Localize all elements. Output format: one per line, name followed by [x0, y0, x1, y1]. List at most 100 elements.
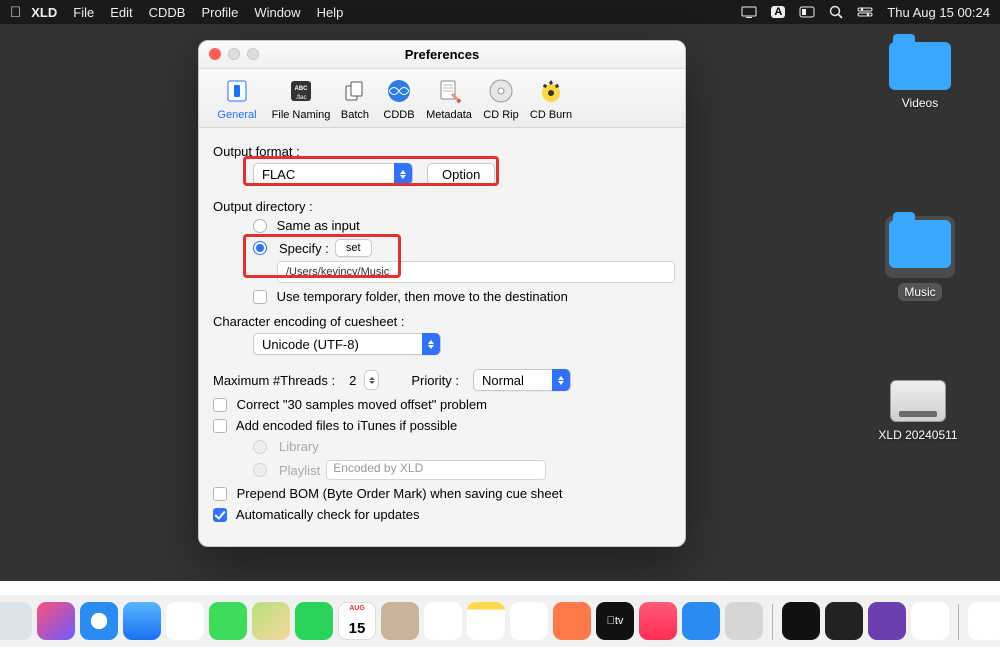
dock-separator — [772, 604, 773, 640]
tab-metadata[interactable]: Metadata — [421, 73, 477, 125]
checkbox-use-temp[interactable] — [253, 290, 267, 304]
radio-specify[interactable] — [253, 241, 267, 255]
playlist-name-field: Encoded by XLD — [326, 460, 546, 480]
select-arrows-icon — [394, 163, 412, 185]
output-format-label: Output format : — [213, 144, 671, 159]
threads-label: Maximum #Threads : — [213, 373, 335, 388]
tab-label: CD Rip — [483, 109, 518, 121]
dock-app-mpv[interactable] — [868, 602, 906, 640]
encoding-select[interactable]: Unicode (UTF-8) — [253, 333, 441, 355]
menu-edit[interactable]: Edit — [110, 5, 132, 20]
tab-cddb[interactable]: CDDB — [377, 73, 421, 125]
control-center-icon[interactable] — [857, 6, 873, 18]
option-button[interactable]: Option — [427, 163, 495, 185]
dock-app-safari[interactable] — [80, 602, 118, 640]
dock-app-freeform[interactable] — [510, 602, 548, 640]
dock-app-vlc[interactable] — [911, 602, 949, 640]
dock-app-contacts[interactable] — [381, 602, 419, 640]
radio-label: Library — [279, 439, 319, 454]
checkbox-label: Prepend BOM (Byte Order Mark) when savin… — [237, 486, 563, 501]
tab-label: CD Burn — [530, 109, 572, 121]
dock-app-facetime[interactable] — [295, 602, 333, 640]
checkbox-correct-offset[interactable] — [213, 398, 227, 412]
preferences-toolbar: General ABC.flac File Naming Batch CDDB … — [199, 69, 685, 128]
spotlight-icon[interactable] — [829, 5, 843, 19]
checkbox-label: Add encoded files to iTunes if possible — [236, 418, 457, 433]
minimize-button[interactable] — [228, 48, 240, 60]
dock-separator — [958, 604, 959, 640]
dock-app-appstore[interactable] — [682, 602, 720, 640]
dock-app-textedit[interactable] — [968, 602, 1000, 640]
dock-app-calendar[interactable]: AUG15 — [338, 602, 376, 640]
cddb-icon — [377, 75, 421, 107]
menu-cddb[interactable]: CDDB — [149, 5, 186, 20]
app-menu[interactable]: XLD — [31, 5, 57, 20]
dock-app-settings[interactable] — [725, 602, 763, 640]
desktop-drive-xld[interactable]: XLD 20240511 — [872, 380, 964, 446]
menu-file[interactable]: File — [73, 5, 94, 20]
stepper-arrows-icon[interactable] — [364, 370, 379, 390]
select-value: Unicode (UTF-8) — [262, 337, 414, 352]
radio-same-as-input[interactable] — [253, 219, 267, 233]
apple-menu-icon[interactable]:  — [10, 4, 21, 21]
tab-cd-rip[interactable]: CD Rip — [477, 73, 525, 125]
tab-label: CDDB — [383, 109, 414, 121]
threads-value: 2 — [349, 373, 356, 388]
dock-app-iterm[interactable] — [825, 602, 863, 640]
metadata-icon — [421, 75, 477, 107]
encoding-label: Character encoding of cuesheet : — [213, 314, 671, 329]
select-value: Normal — [482, 373, 544, 388]
dock-app-photos[interactable] — [166, 602, 204, 640]
input-source-badge[interactable]: A — [771, 6, 785, 18]
cd-rip-icon — [477, 75, 525, 107]
desktop-folder-videos[interactable]: Videos — [880, 42, 960, 114]
dock-app-maps[interactable] — [252, 602, 290, 640]
select-arrows-icon — [552, 369, 570, 391]
output-path-field[interactable]: /Users/kevincy/Music — [277, 261, 675, 283]
dock-app-music[interactable] — [639, 602, 677, 640]
threads-stepper[interactable]: 2 — [349, 370, 379, 390]
tab-label: Metadata — [426, 109, 472, 121]
tab-general[interactable]: General — [205, 73, 269, 125]
stage-manager-icon[interactable] — [799, 6, 815, 18]
dock-app-reminders[interactable] — [424, 602, 462, 640]
zoom-button[interactable] — [247, 48, 259, 60]
checkbox-label: Use temporary folder, then move to the d… — [277, 289, 568, 304]
select-value: FLAC — [262, 167, 386, 182]
menubar-clock[interactable]: Thu Aug 15 00:24 — [887, 5, 990, 20]
set-button[interactable]: set — [335, 239, 372, 257]
output-format-select[interactable]: FLAC — [253, 163, 413, 185]
dock-app-notes[interactable] — [467, 602, 505, 640]
checkbox-add-itunes[interactable] — [213, 419, 227, 433]
priority-label: Priority : — [411, 373, 459, 388]
dock-app-launchpad[interactable] — [0, 602, 32, 640]
screen-mirroring-icon[interactable] — [741, 6, 757, 18]
tab-batch[interactable]: Batch — [333, 73, 377, 125]
close-button[interactable] — [209, 48, 221, 60]
dock-app-mail[interactable] — [123, 602, 161, 640]
dock-app-terminal[interactable] — [782, 602, 820, 640]
dock-app-shortcuts[interactable] — [37, 602, 75, 640]
batch-icon — [333, 75, 377, 107]
checkbox-auto-update[interactable] — [213, 508, 227, 522]
tab-cd-burn[interactable]: CD Burn — [525, 73, 577, 125]
priority-select[interactable]: Normal — [473, 369, 571, 391]
file-naming-icon: ABC.flac — [269, 75, 333, 107]
window-titlebar[interactable]: Preferences — [199, 41, 685, 69]
dock-app-messages[interactable] — [209, 602, 247, 640]
output-directory-label: Output directory : — [213, 199, 671, 214]
menu-profile[interactable]: Profile — [201, 5, 238, 20]
general-icon — [205, 75, 269, 107]
select-arrows-icon — [422, 333, 440, 355]
preferences-content: Output format : FLAC Option Output direc… — [199, 128, 685, 546]
svg-text:ABC: ABC — [295, 86, 309, 92]
dock-app-tv[interactable]: tv — [596, 602, 634, 640]
tab-file-naming[interactable]: ABC.flac File Naming — [269, 73, 333, 125]
menu-help[interactable]: Help — [317, 5, 344, 20]
checkbox-prepend-bom[interactable] — [213, 487, 227, 501]
window-traffic-lights — [209, 48, 259, 60]
menu-window[interactable]: Window — [254, 5, 300, 20]
desktop-folder-music[interactable]: Music — [880, 216, 960, 305]
radio-label: Playlist — [279, 463, 320, 478]
dock-app-generic[interactable] — [553, 602, 591, 640]
